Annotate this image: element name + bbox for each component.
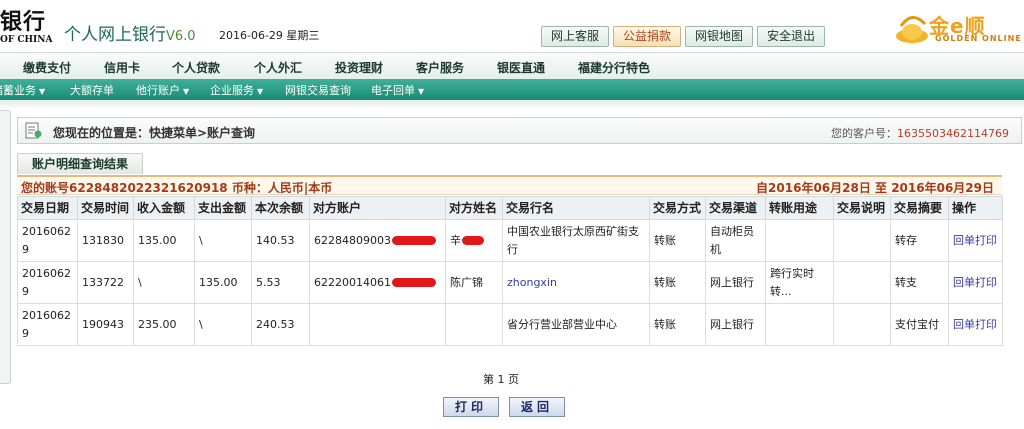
receipt-print-link[interactable]: 回单打印 — [953, 276, 997, 289]
account-bar: 您的账号6228482022321620918 币种：人民币|本币 自2016年… — [17, 175, 1002, 195]
subnav-savings[interactable]: 储蓄业务▼ — [0, 82, 45, 98]
col-channel: 交易渠道 — [705, 196, 766, 220]
nav-fujian-branch[interactable]: 福建分行特色 — [578, 59, 650, 76]
counter-account: 62220014061 — [309, 261, 446, 304]
safe-logout-button[interactable]: 安全退出 — [757, 26, 826, 47]
redaction-mark — [391, 236, 436, 245]
location-icon — [25, 122, 42, 139]
col-bank-name: 交易行名 — [502, 196, 650, 220]
subnav-transaction-query[interactable]: 网银交易查询 — [285, 82, 351, 98]
customer-number: 您的客户号：1635503462114769 — [831, 127, 1009, 140]
col-note: 交易说明 — [833, 196, 891, 220]
main-nav: 缴费支付 信用卡 个人贷款 个人外汇 投资理财 客户服务 银医直通 福建分行特色 — [0, 52, 1024, 79]
nav-personal-loan[interactable]: 个人贷款 — [172, 59, 220, 76]
subnav-enterprise[interactable]: 企业服务 ▼ — [210, 82, 263, 98]
nav-customer-service[interactable]: 客户服务 — [416, 59, 464, 76]
col-counter-name: 对方姓名 — [445, 196, 503, 220]
receipt-print-link[interactable]: 回单打印 — [953, 234, 997, 247]
golden-ingot-icon — [896, 16, 928, 43]
col-balance: 本次余额 — [251, 196, 310, 220]
online-service-button[interactable]: 网上客服 — [541, 26, 610, 47]
chevron-down-icon: ▼ — [39, 87, 46, 96]
back-button[interactable]: 返回 — [509, 397, 565, 417]
account-info: 您的账号6228482022321620918 币种：人民币|本币 — [21, 181, 333, 195]
col-operation: 操作 — [948, 196, 1003, 220]
subnav-e-receipt[interactable]: 电子回单 ▼ — [371, 82, 424, 98]
action-buttons: 打印 返回 — [443, 397, 565, 417]
counter-account: 62284809003 — [309, 219, 446, 262]
charity-donation-button[interactable]: 公益捐款 — [613, 26, 682, 47]
nav-hospital[interactable]: 银医直通 — [497, 59, 545, 76]
col-summary: 交易摘要 — [890, 196, 949, 220]
ebank-map-button[interactable]: 网银地图 — [685, 26, 754, 47]
chevron-down-icon: ▼ — [257, 87, 264, 96]
nav-forex[interactable]: 个人外汇 — [254, 59, 302, 76]
bank-logo-en: OF CHINA — [0, 35, 53, 45]
col-counter-account: 对方账户 — [309, 196, 446, 220]
col-method: 交易方式 — [649, 196, 706, 220]
table-row: 20160629 190943 235.00 \ 240.53 省分行营业部营业… — [17, 303, 1003, 346]
counter-name: 陈广锦 — [445, 261, 503, 304]
col-expense: 支出金额 — [194, 196, 252, 220]
location-bar: 您现在的位置是：快捷菜单>账户查询 您的客户号：1635503462114769 — [17, 117, 1022, 144]
print-button[interactable]: 打印 — [443, 397, 499, 417]
table-row: 20160629 133722 \ 135.00 5.53 6222001406… — [17, 261, 1003, 304]
col-purpose: 转账用途 — [765, 196, 834, 220]
nav-shadow — [0, 100, 1024, 110]
location-text: 您现在的位置是：快捷菜单>账户查询 — [53, 126, 256, 140]
bank-logo: 银行 — [0, 9, 47, 35]
header-date: 2016-06-29 星期三 — [219, 29, 320, 42]
col-date: 交易日期 — [17, 196, 78, 220]
golden-online-logo: 金e顺 GOLDEN ONLINE — [895, 10, 1023, 48]
tab-account-detail[interactable]: 账户明细查询结果 — [17, 153, 144, 174]
header: 银行 OF CHINA 个人网上银行V6.0 2016-06-29 星期三 网上… — [0, 0, 1024, 52]
date-range: 自2016年06月28日 至 2016年06月29日 — [756, 181, 994, 195]
col-income: 收入金额 — [133, 196, 195, 220]
redaction-mark — [391, 278, 436, 287]
redaction-mark — [462, 236, 484, 245]
site-title: 个人网上银行V6.0 — [64, 25, 196, 45]
pagination: 第 1 页 — [483, 373, 519, 386]
sub-nav: 储蓄业务▼ 大额存单 他行账户▼ 企业服务▼ 网银交易查询 电子回单▼ — [0, 79, 1024, 100]
table-row: 20160629 131830 135.00 \ 140.53 62284809… — [17, 219, 1003, 262]
counter-name: 辛 — [445, 219, 503, 262]
left-collapsed-panel[interactable] — [0, 110, 11, 384]
chevron-down-icon: ▼ — [418, 87, 425, 96]
nav-payment[interactable]: 缴费支付 — [23, 59, 71, 76]
transaction-table: 交易日期 交易时间 收入金额 支出金额 本次余额 对方账户 对方姓名 交易行名 … — [17, 196, 1003, 346]
subnav-large-deposit[interactable]: 大额存单 — [70, 82, 114, 98]
chevron-down-icon: ▼ — [183, 87, 190, 96]
subnav-other-bank[interactable]: 他行账户 ▼ — [136, 82, 189, 98]
nav-investment[interactable]: 投资理财 — [335, 59, 383, 76]
header-buttons: 网上客服 公益捐款 网银地图 安全退出 — [541, 26, 826, 47]
table-header: 交易日期 交易时间 收入金额 支出金额 本次余额 对方账户 对方姓名 交易行名 … — [17, 196, 1003, 220]
nav-credit-card[interactable]: 信用卡 — [104, 59, 140, 76]
receipt-print-link[interactable]: 回单打印 — [953, 318, 997, 331]
col-time: 交易时间 — [77, 196, 134, 220]
